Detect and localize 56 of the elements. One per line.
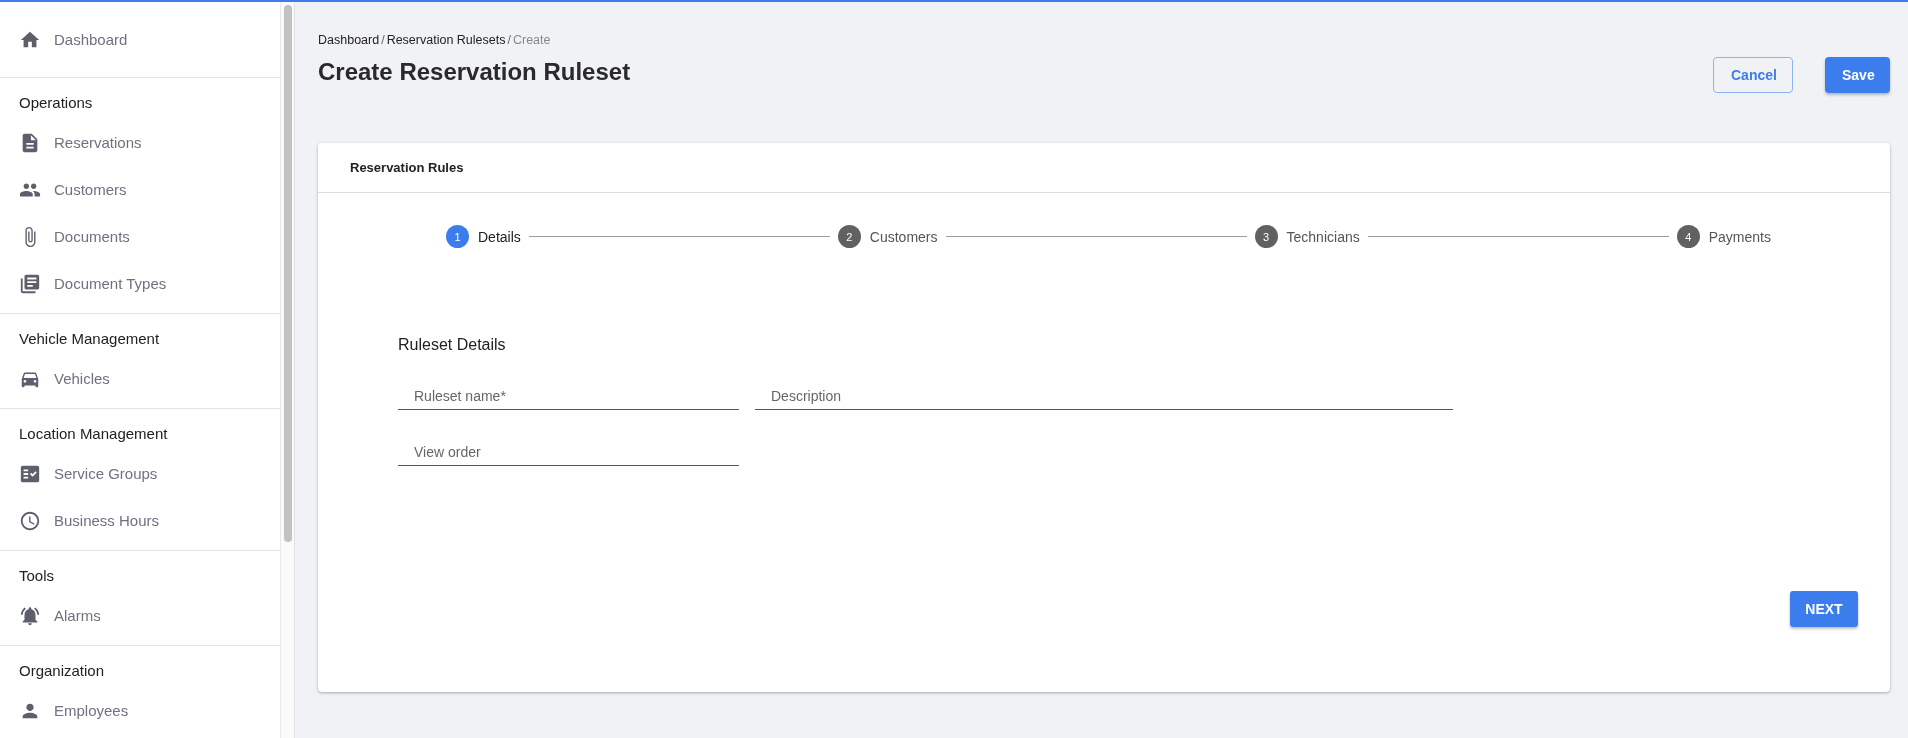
step-number: 4: [1676, 225, 1700, 248]
sidebar-item-label: Dashboard: [54, 31, 128, 48]
alarm-bell-icon: [19, 604, 41, 627]
input-field[interactable]: View order: [398, 440, 739, 466]
stepper-step[interactable]: 2 Customers: [837, 225, 938, 248]
sidebar-item-label: Employees: [54, 702, 129, 719]
sidebar-item-label: Vehicles: [54, 370, 110, 387]
save-button[interactable]: Save: [1825, 57, 1890, 93]
sidebar-item[interactable]: Alarms: [0, 592, 280, 639]
breadcrumb-link[interactable]: Reservation Rulesets: [386, 33, 506, 47]
cancel-button[interactable]: Cancel: [1713, 57, 1793, 93]
section-heading: Operations: [18, 93, 94, 113]
sidebar-item[interactable]: Documents: [0, 213, 280, 260]
stepper-step[interactable]: 1 Details: [446, 225, 521, 248]
sidebar-item[interactable]: Customers: [0, 166, 280, 213]
section-heading: Tools: [18, 566, 56, 586]
step-number: 2: [837, 225, 861, 248]
scrollbar[interactable]: [280, 2, 295, 738]
breadcrumb-separator: /: [507, 33, 511, 47]
card-title: Reservation Rules: [318, 143, 1890, 193]
section-title: Ruleset Details: [398, 336, 507, 354]
step-label: Technicians: [1286, 228, 1360, 245]
section-heading: Location Management: [18, 424, 169, 444]
step-label: Customers: [869, 228, 938, 245]
sidebar-item-label: Business Hours: [54, 512, 160, 529]
sidebar-item-label: Customers: [54, 181, 127, 198]
stacked-documents-icon: [19, 272, 41, 295]
stepper-step[interactable]: 4 Payments: [1676, 225, 1771, 248]
breadcrumb-separator: /: [381, 33, 385, 47]
sidebar-item[interactable]: Dashboard: [0, 16, 280, 63]
scrollbar-thumb[interactable]: [284, 5, 292, 542]
breadcrumb-link[interactable]: Dashboard: [318, 33, 380, 47]
step-number: 1: [446, 225, 469, 248]
sidebar-item[interactable]: Business Hours: [0, 497, 280, 544]
stepper-step[interactable]: 3 Technicians: [1254, 225, 1360, 248]
step-label: Details: [478, 228, 521, 245]
sidebar-item-label: Documents: [54, 228, 130, 245]
clock-icon: [19, 509, 41, 532]
sidebar-item[interactable]: Reservations: [0, 119, 280, 166]
sidebar-item[interactable]: Document Types: [0, 260, 280, 307]
step-label: Payments: [1708, 228, 1771, 245]
page-title: Create Reservation Ruleset: [318, 58, 631, 86]
section-heading: Organization: [18, 661, 106, 681]
sidebar-item-label: Service Groups: [54, 465, 158, 482]
step-number: 3: [1254, 225, 1278, 248]
input-field[interactable]: Description: [755, 384, 1453, 410]
section-heading: Vehicle Management: [18, 329, 161, 349]
sidebar-item-label: Alarms: [54, 607, 101, 624]
sidebar-item-label: Document Types: [54, 275, 167, 292]
sidebar-item-label: Reservations: [54, 134, 142, 151]
breadcrumb-current: Create: [512, 33, 551, 47]
input-field[interactable]: Ruleset name*: [398, 384, 739, 410]
sidebar-item[interactable]: Employees: [0, 687, 280, 734]
sidebar-item[interactable]: Service Groups: [0, 450, 280, 497]
sidebar-item[interactable]: Vehicles: [0, 355, 280, 402]
next-button[interactable]: NEXT: [1790, 591, 1858, 627]
